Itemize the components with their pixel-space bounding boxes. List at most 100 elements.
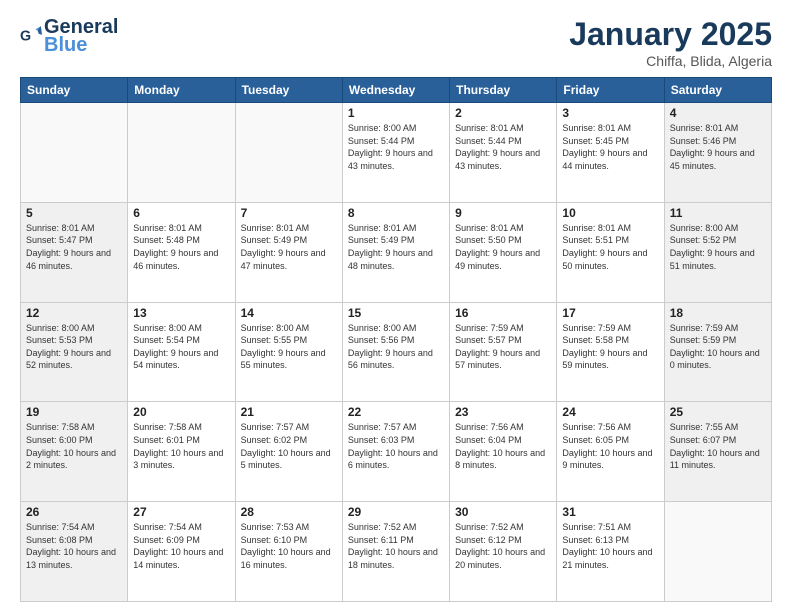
day-info: Sunrise: 7:59 AM Sunset: 5:58 PM Dayligh… [562, 322, 658, 372]
title-block: January 2025 Chiffa, Blida, Algeria [569, 16, 772, 69]
day-number: 14 [241, 306, 337, 320]
month-title: January 2025 [569, 16, 772, 53]
day-cell-19: 19 Sunrise: 7:58 AM Sunset: 6:00 PM Dayli… [21, 402, 128, 502]
day-info: Sunrise: 8:01 AM Sunset: 5:49 PM Dayligh… [348, 222, 444, 272]
day-number: 20 [133, 405, 229, 419]
day-cell-22: 22 Sunrise: 7:57 AM Sunset: 6:03 PM Dayli… [342, 402, 449, 502]
logo-bird-icon: G [20, 25, 42, 47]
calendar-table: SundayMondayTuesdayWednesdayThursdayFrid… [20, 77, 772, 602]
week-row-4: 19 Sunrise: 7:58 AM Sunset: 6:00 PM Dayli… [21, 402, 772, 502]
day-info: Sunrise: 8:00 AM Sunset: 5:55 PM Dayligh… [241, 322, 337, 372]
day-number: 23 [455, 405, 551, 419]
day-cell-24: 24 Sunrise: 7:56 AM Sunset: 6:05 PM Dayli… [557, 402, 664, 502]
weekday-header-thursday: Thursday [450, 78, 557, 103]
day-cell-13: 13 Sunrise: 8:00 AM Sunset: 5:54 PM Dayli… [128, 302, 235, 402]
weekday-header-wednesday: Wednesday [342, 78, 449, 103]
day-info: Sunrise: 7:59 AM Sunset: 5:59 PM Dayligh… [670, 322, 766, 372]
weekday-header-sunday: Sunday [21, 78, 128, 103]
day-cell-4: 4 Sunrise: 8:01 AM Sunset: 5:46 PM Daylig… [664, 103, 771, 203]
day-info: Sunrise: 7:53 AM Sunset: 6:10 PM Dayligh… [241, 521, 337, 571]
day-info: Sunrise: 7:58 AM Sunset: 6:00 PM Dayligh… [26, 421, 122, 471]
day-info: Sunrise: 8:00 AM Sunset: 5:56 PM Dayligh… [348, 322, 444, 372]
day-number: 25 [670, 405, 766, 419]
day-cell-27: 27 Sunrise: 7:54 AM Sunset: 6:09 PM Dayli… [128, 502, 235, 602]
day-cell-15: 15 Sunrise: 8:00 AM Sunset: 5:56 PM Dayli… [342, 302, 449, 402]
day-number: 13 [133, 306, 229, 320]
day-info: Sunrise: 7:57 AM Sunset: 6:03 PM Dayligh… [348, 421, 444, 471]
day-cell-9: 9 Sunrise: 8:01 AM Sunset: 5:50 PM Daylig… [450, 202, 557, 302]
day-cell-12: 12Sunrise: 8:00 AM Sunset: 5:53 PM Dayli… [21, 302, 128, 402]
day-info: Sunrise: 8:00 AM Sunset: 5:44 PM Dayligh… [348, 122, 444, 172]
day-info: Sunrise: 8:01 AM Sunset: 5:45 PM Dayligh… [562, 122, 658, 172]
day-number: 6 [133, 206, 229, 220]
day-number: 2 [455, 106, 551, 120]
week-row-3: 12Sunrise: 8:00 AM Sunset: 5:53 PM Dayli… [21, 302, 772, 402]
day-number: 29 [348, 505, 444, 519]
day-number: 24 [562, 405, 658, 419]
weekday-header-friday: Friday [557, 78, 664, 103]
day-info: Sunrise: 7:57 AM Sunset: 6:02 PM Dayligh… [241, 421, 337, 471]
day-number: 17 [562, 306, 658, 320]
day-info: Sunrise: 7:52 AM Sunset: 6:12 PM Dayligh… [455, 521, 551, 571]
day-cell-3: 3Sunrise: 8:01 AM Sunset: 5:45 PM Daylig… [557, 103, 664, 203]
day-cell-29: 29 Sunrise: 7:52 AM Sunset: 6:11 PM Dayli… [342, 502, 449, 602]
day-number: 19 [26, 405, 122, 419]
day-cell-2: 2Sunrise: 8:01 AM Sunset: 5:44 PM Daylig… [450, 103, 557, 203]
day-info: Sunrise: 8:00 AM Sunset: 5:52 PM Dayligh… [670, 222, 766, 272]
svg-text:G: G [20, 28, 31, 44]
day-number: 21 [241, 405, 337, 419]
day-number: 1 [348, 106, 444, 120]
day-info: Sunrise: 7:55 AM Sunset: 6:07 PM Dayligh… [670, 421, 766, 471]
day-number: 7 [241, 206, 337, 220]
day-number: 26 [26, 505, 122, 519]
day-info: Sunrise: 8:01 AM Sunset: 5:49 PM Dayligh… [241, 222, 337, 272]
day-number: 10 [562, 206, 658, 220]
weekday-header-saturday: Saturday [664, 78, 771, 103]
day-info: Sunrise: 7:56 AM Sunset: 6:05 PM Dayligh… [562, 421, 658, 471]
day-info: Sunrise: 8:01 AM Sunset: 5:48 PM Dayligh… [133, 222, 229, 272]
day-number: 18 [670, 306, 766, 320]
day-cell-16: 16Sunrise: 7:59 AM Sunset: 5:57 PM Dayli… [450, 302, 557, 402]
empty-cell [128, 103, 235, 203]
day-cell-26: 26 Sunrise: 7:54 AM Sunset: 6:08 PM Dayli… [21, 502, 128, 602]
day-cell-28: 28Sunrise: 7:53 AM Sunset: 6:10 PM Dayli… [235, 502, 342, 602]
logo: G General Blue [20, 16, 118, 56]
day-info: Sunrise: 8:00 AM Sunset: 5:54 PM Dayligh… [133, 322, 229, 372]
weekday-header-tuesday: Tuesday [235, 78, 342, 103]
day-cell-10: 10 Sunrise: 8:01 AM Sunset: 5:51 PM Dayli… [557, 202, 664, 302]
day-number: 11 [670, 206, 766, 220]
day-cell-31: 31Sunrise: 7:51 AM Sunset: 6:13 PM Dayli… [557, 502, 664, 602]
day-cell-8: 8Sunrise: 8:01 AM Sunset: 5:49 PM Daylig… [342, 202, 449, 302]
day-info: Sunrise: 8:01 AM Sunset: 5:51 PM Dayligh… [562, 222, 658, 272]
empty-cell [21, 103, 128, 203]
header: G General Blue January 2025 Chiffa, Blid… [20, 16, 772, 69]
day-info: Sunrise: 7:56 AM Sunset: 6:04 PM Dayligh… [455, 421, 551, 471]
day-cell-23: 23 Sunrise: 7:56 AM Sunset: 6:04 PM Dayli… [450, 402, 557, 502]
day-cell-6: 6 Sunrise: 8:01 AM Sunset: 5:48 PM Daylig… [128, 202, 235, 302]
day-info: Sunrise: 7:54 AM Sunset: 6:09 PM Dayligh… [133, 521, 229, 571]
day-cell-25: 25 Sunrise: 7:55 AM Sunset: 6:07 PM Dayli… [664, 402, 771, 502]
day-number: 31 [562, 505, 658, 519]
week-row-5: 26 Sunrise: 7:54 AM Sunset: 6:08 PM Dayli… [21, 502, 772, 602]
day-info: Sunrise: 7:59 AM Sunset: 5:57 PM Dayligh… [455, 322, 551, 372]
day-number: 4 [670, 106, 766, 120]
day-info: Sunrise: 8:01 AM Sunset: 5:46 PM Dayligh… [670, 122, 766, 172]
day-info: Sunrise: 8:01 AM Sunset: 5:47 PM Dayligh… [26, 222, 122, 272]
weekday-header-row: SundayMondayTuesdayWednesdayThursdayFrid… [21, 78, 772, 103]
day-info: Sunrise: 7:52 AM Sunset: 6:11 PM Dayligh… [348, 521, 444, 571]
weekday-header-monday: Monday [128, 78, 235, 103]
day-number: 15 [348, 306, 444, 320]
day-info: Sunrise: 8:01 AM Sunset: 5:50 PM Dayligh… [455, 222, 551, 272]
day-cell-18: 18 Sunrise: 7:59 AM Sunset: 5:59 PM Dayli… [664, 302, 771, 402]
day-cell-5: 5Sunrise: 8:01 AM Sunset: 5:47 PM Daylig… [21, 202, 128, 302]
day-number: 22 [348, 405, 444, 419]
day-cell-30: 30Sunrise: 7:52 AM Sunset: 6:12 PM Dayli… [450, 502, 557, 602]
week-row-2: 5Sunrise: 8:01 AM Sunset: 5:47 PM Daylig… [21, 202, 772, 302]
day-info: Sunrise: 8:00 AM Sunset: 5:53 PM Dayligh… [26, 322, 122, 372]
day-cell-21: 21 Sunrise: 7:57 AM Sunset: 6:02 PM Dayli… [235, 402, 342, 502]
empty-cell [235, 103, 342, 203]
day-number: 9 [455, 206, 551, 220]
day-info: Sunrise: 7:54 AM Sunset: 6:08 PM Dayligh… [26, 521, 122, 571]
day-cell-17: 17 Sunrise: 7:59 AM Sunset: 5:58 PM Dayli… [557, 302, 664, 402]
day-number: 27 [133, 505, 229, 519]
